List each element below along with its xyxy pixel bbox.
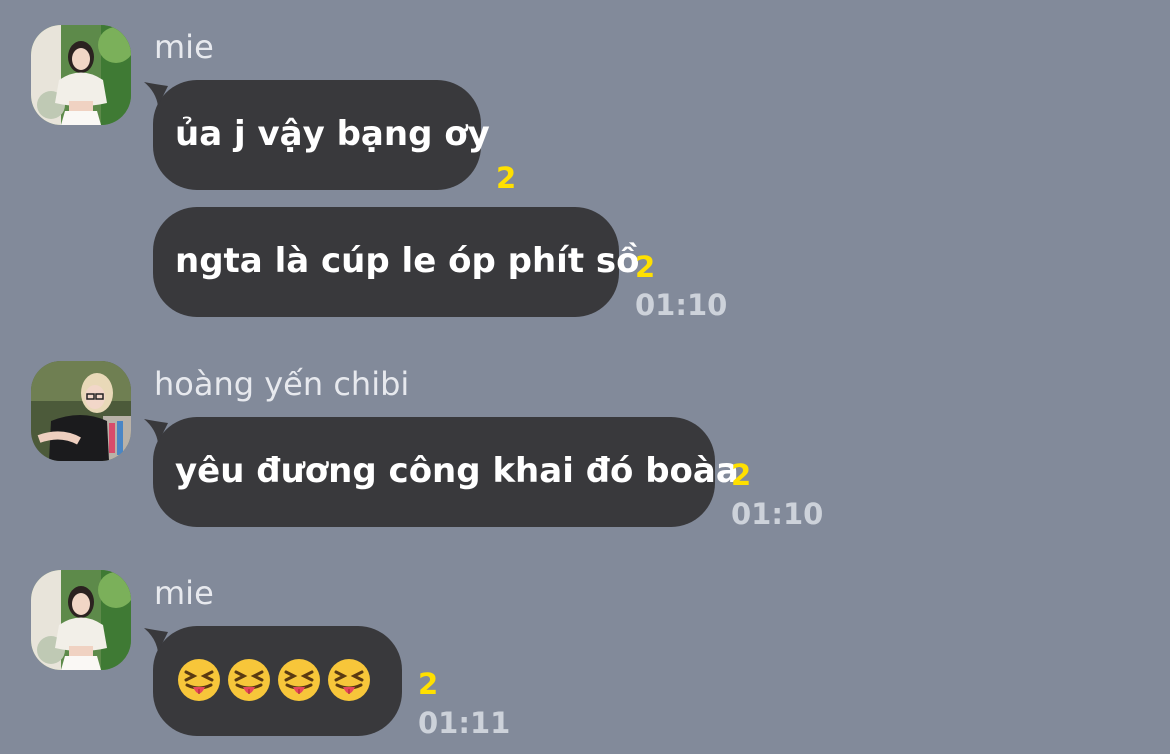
message-bubble[interactable] [144,626,402,736]
read-count: 2 [496,161,517,195]
message-bubble[interactable]: ủa j vậy bạng ơy [144,80,490,190]
sender-name: mie [154,574,214,612]
sender-name: mie [154,28,214,66]
squinting-face-with-tongue-icon [278,659,320,701]
squinting-face-with-tongue-icon [328,659,370,701]
message-text: yêu đương công khai đó boàa [175,451,739,491]
read-count: 2 [418,667,439,701]
emoji-row [177,626,377,702]
sender-name: hoàng yến chibi [154,365,410,403]
squinting-face-with-tongue-icon [178,659,220,701]
bubble-tail [144,628,168,652]
avatar-mie[interactable] [31,570,131,670]
message-bubble[interactable]: ngta là cúp le óp phít sồ [153,207,640,317]
bubble-tail [144,419,168,443]
message-text: ngta là cúp le óp phít sồ [175,241,640,281]
message-time: 01:10 [635,288,728,322]
message-time: 01:10 [731,497,824,531]
bubble-tail [144,82,168,106]
squinting-face-with-tongue-icon [228,659,270,701]
read-count: 2 [635,250,656,284]
avatar-hoang-yen-chibi[interactable] [31,361,131,461]
avatar-mie[interactable] [31,25,131,125]
message-time: 01:11 [418,706,511,740]
message-text: ủa j vậy bạng ơy [175,114,490,154]
message-bubble[interactable]: yêu đương công khai đó boàa [144,417,739,527]
read-count: 2 [731,458,752,492]
